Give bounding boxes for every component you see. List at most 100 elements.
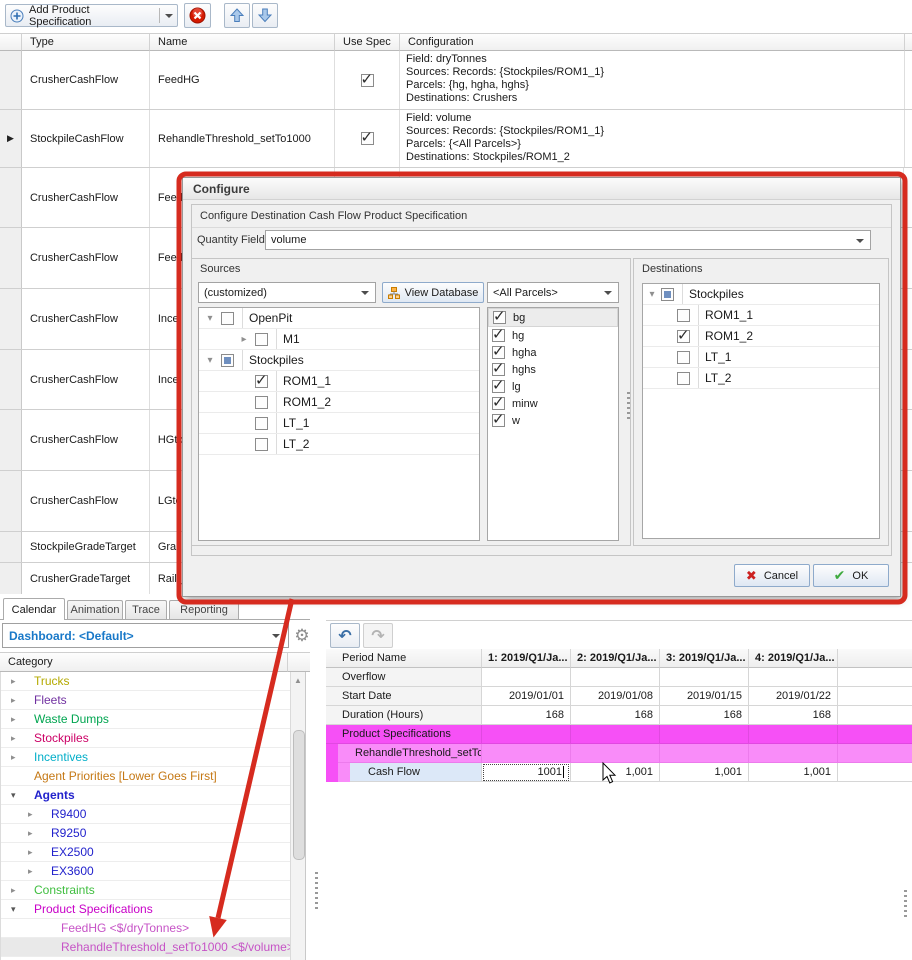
collapse-icon[interactable]: ▾ (11, 790, 16, 801)
column-header-period-3[interactable]: 3: 2019/Q1/Ja... (660, 649, 749, 668)
tree-item-waste-dumps[interactable]: ▸Waste Dumps (1, 710, 290, 729)
expand-icon[interactable]: ▸ (11, 676, 16, 687)
spec-name-row[interactable]: RehandleThreshold_setTo1000 <$/volume> (326, 744, 912, 763)
cell-value[interactable]: 1,001 (660, 763, 749, 782)
tree-item-stockpiles[interactable]: ▾ Stockpiles (643, 284, 879, 305)
tree-item-feedhg-spec[interactable]: FeedHG <$/dryTonnes> (1, 919, 290, 938)
move-down-button[interactable] (252, 3, 278, 28)
tree-item-agent-priorities[interactable]: Agent Priorities [Lower Goes First] (1, 767, 290, 786)
cell-value-editing[interactable]: 1001 (482, 763, 571, 782)
column-header-configuration[interactable]: Configuration (400, 33, 905, 51)
tab-calendar[interactable]: Calendar (3, 598, 65, 620)
cell-value[interactable]: 168 (482, 706, 571, 725)
tree-checkbox[interactable] (255, 438, 268, 451)
tree-checkbox[interactable] (221, 312, 234, 325)
tree-item-product-specifications[interactable]: ▾Product Specifications (1, 900, 290, 919)
column-header-use-spec[interactable]: Use Spec (335, 33, 400, 51)
tree-checkbox-partial[interactable] (661, 288, 674, 301)
tree-item-openpit[interactable]: ▾ OpenPit (199, 308, 479, 329)
column-header-name[interactable]: Name (150, 33, 335, 51)
parcel-item[interactable]: hg (488, 327, 618, 344)
cell-value[interactable]: 2019/01/22 (749, 687, 838, 706)
cell-value[interactable] (482, 668, 571, 687)
column-header-type[interactable]: Type (22, 33, 150, 51)
cell-value[interactable]: 168 (749, 706, 838, 725)
tree-item-rom1-1[interactable]: ROM1_1 (643, 305, 879, 326)
column-header-period-2[interactable]: 2: 2019/Q1/Ja... (571, 649, 660, 668)
expand-icon[interactable]: ▸ (237, 334, 251, 345)
tab-reporting[interactable]: Reporting (169, 600, 239, 619)
cash-flow-row[interactable]: Cash Flow 1001 1,001 1,001 1,001 (326, 763, 912, 782)
tree-item-rom1-1[interactable]: ROM1_1 (199, 371, 479, 392)
dashboard-selector[interactable]: Dashboard: <Default> (2, 623, 289, 648)
parcel-checkbox[interactable] (492, 329, 505, 342)
parcel-checkbox[interactable] (492, 414, 505, 427)
undo-button[interactable]: ↶ (330, 623, 360, 648)
parcel-checkbox[interactable] (493, 311, 506, 324)
tree-item-rehandle-spec-selected[interactable]: RehandleThreshold_setTo1000 <$/volume> (1, 938, 290, 957)
tree-item-lt-1[interactable]: LT_1 (643, 347, 879, 368)
expand-icon[interactable]: ▸ (28, 866, 33, 877)
parcel-item[interactable]: hghs (488, 361, 618, 378)
use-spec-checkbox[interactable] (361, 132, 374, 145)
table-row[interactable]: CrusherCashFlow FeedHG Field: dryTonnes … (0, 51, 912, 110)
product-specifications-group-row[interactable]: Product Specifications (326, 725, 912, 744)
tree-item-stockpiles[interactable]: ▸Stockpiles (1, 729, 290, 748)
category-scrollbar[interactable]: ▲ (290, 672, 306, 960)
cell-value[interactable] (571, 668, 660, 687)
start-date-row[interactable]: Start Date 2019/01/01 2019/01/08 2019/01… (326, 687, 912, 706)
tree-checkbox[interactable] (255, 333, 268, 346)
tree-item-lt-2[interactable]: LT_2 (199, 434, 479, 455)
add-product-specification-button[interactable]: Add Product Specification (5, 4, 178, 27)
expand-icon[interactable]: ▸ (28, 847, 33, 858)
column-header-period-4[interactable]: 4: 2019/Q1/Ja... (749, 649, 838, 668)
tree-item-r9400[interactable]: ▸R9400 (1, 805, 290, 824)
tree-item-rom1-2[interactable]: ROM1_2 (199, 392, 479, 413)
dialog-title-bar[interactable]: Configure (183, 178, 900, 200)
parcel-checkbox[interactable] (492, 380, 505, 393)
tree-item-lt-1[interactable]: LT_1 (199, 413, 479, 434)
parcels-filter-combobox[interactable]: <All Parcels> (487, 282, 619, 303)
tree-item-incentives[interactable]: ▸Incentives (1, 748, 290, 767)
right-edge-splitter-handle[interactable] (904, 890, 907, 920)
expand-icon[interactable]: ▸ (11, 733, 16, 744)
collapse-icon[interactable]: ▾ (645, 289, 659, 300)
cell-value[interactable]: 168 (571, 706, 660, 725)
tree-item-r9250[interactable]: ▸R9250 (1, 824, 290, 843)
tree-checkbox[interactable] (677, 330, 690, 343)
expand-icon[interactable]: ▸ (11, 885, 16, 896)
tree-checkbox[interactable] (677, 309, 690, 322)
cell-value[interactable]: 2019/01/15 (660, 687, 749, 706)
tree-item-m1[interactable]: ▸ M1 (199, 329, 479, 350)
dashboard-settings-button[interactable]: ⚙ (291, 623, 313, 648)
scrollbar-up-icon[interactable]: ▲ (291, 672, 305, 685)
tree-item-rom1-2[interactable]: ROM1_2 (643, 326, 879, 347)
tree-item-ex3600[interactable]: ▸EX3600 (1, 862, 290, 881)
overflow-row[interactable]: Overflow (326, 668, 912, 687)
expand-icon[interactable]: ▸ (28, 828, 33, 839)
tree-checkbox[interactable] (255, 375, 268, 388)
tree-checkbox[interactable] (255, 396, 268, 409)
cell-value[interactable]: 1,001 (571, 763, 660, 782)
duration-row[interactable]: Duration (Hours) 168 168 168 168 (326, 706, 912, 725)
cancel-button[interactable]: ✖ Cancel (734, 564, 810, 587)
parcel-item[interactable]: bg (488, 308, 618, 327)
parcel-item[interactable]: w (488, 412, 618, 429)
tree-item-lt-2[interactable]: LT_2 (643, 368, 879, 389)
parcel-checkbox[interactable] (492, 397, 505, 410)
inline-editor[interactable]: 1001 (483, 764, 569, 781)
parcel-checkbox[interactable] (492, 346, 505, 359)
tree-item-agents[interactable]: ▾Agents (1, 786, 290, 805)
tab-trace[interactable]: Trace (125, 600, 167, 619)
cell-value[interactable]: 168 (660, 706, 749, 725)
cell-value[interactable] (660, 668, 749, 687)
expand-icon[interactable]: ▸ (11, 714, 16, 725)
use-spec-checkbox[interactable] (361, 74, 374, 87)
tree-item-stockpiles[interactable]: ▾ Stockpiles (199, 350, 479, 371)
parcel-item[interactable]: hgha (488, 344, 618, 361)
tree-checkbox-partial[interactable] (221, 354, 234, 367)
column-header-period-name[interactable]: Period Name (326, 649, 482, 668)
collapse-icon[interactable]: ▾ (203, 355, 217, 366)
move-up-button[interactable] (224, 3, 250, 28)
sources-filter-combobox[interactable]: (customized) (198, 282, 376, 303)
